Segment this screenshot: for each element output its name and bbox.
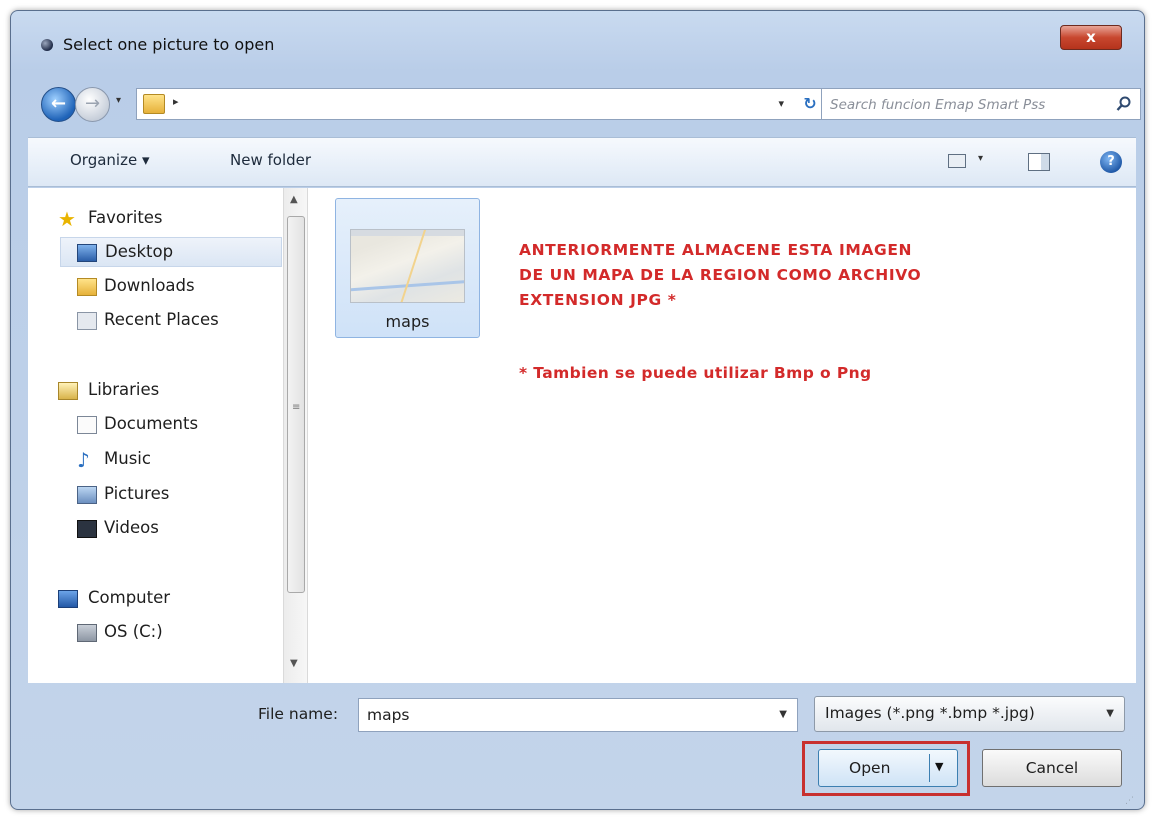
sidebar-group-label: Computer [88, 588, 171, 607]
scroll-down-icon[interactable]: ▼ [290, 658, 298, 669]
red-annotation: ANTERIORMENTE ALMACENE ESTA IMAGEN DE UN… [519, 238, 1079, 313]
sidebar-item-label: Desktop [105, 242, 174, 261]
chevron-down-icon[interactable]: ▼ [779, 709, 787, 720]
map-thumbnail [350, 229, 465, 303]
file-name-label: File name: [258, 705, 339, 723]
folder-icon [143, 94, 165, 114]
sidebar-item-label: Videos [104, 518, 159, 537]
recent-locations-chevron-icon[interactable]: ▾ [116, 95, 121, 106]
view-icon [948, 154, 966, 168]
open-button[interactable]: Open ▼ [818, 749, 958, 787]
annotation-line: ANTERIORMENTE ALMACENE ESTA IMAGEN [519, 241, 913, 259]
address-bar[interactable]: ▸ ▾ ↻ [136, 88, 829, 120]
sidebar-item-label: Recent Places [104, 310, 219, 329]
downloads-icon [77, 278, 97, 296]
sidebar-item-desktop[interactable]: Desktop [60, 237, 282, 267]
grip-icon: ≡ [292, 402, 301, 413]
document-icon [77, 416, 97, 434]
search-box[interactable] [821, 88, 1141, 120]
file-type-select[interactable]: Images (*.png *.bmp *.jpg) ▼ [814, 696, 1125, 732]
navigation-row: ← → ▾ ▸ ▾ ↻ [41, 83, 1146, 125]
dialog-footer: File name: maps ▼ Images (*.png *.bmp *.… [28, 683, 1136, 808]
annotation-line: EXTENSION JPG * [519, 291, 677, 309]
scroll-thumb[interactable]: ≡ [287, 216, 305, 593]
open-button-label: Open [849, 759, 891, 777]
command-bar: Organize ▾ New folder ▾ ? [28, 137, 1136, 187]
sidebar-item-label: Music [104, 449, 151, 468]
sidebar-group-label: Favorites [88, 208, 163, 227]
annotation-line: DE UN MAPA DE LA REGION COMO ARCHIVO [519, 266, 922, 284]
back-arrow-icon[interactable]: ← [41, 87, 76, 122]
sidebar-item-label: Pictures [104, 484, 170, 503]
music-note-icon: ♪ [77, 448, 90, 472]
sidebar-group-label: Libraries [88, 380, 160, 399]
pictures-icon [77, 486, 97, 504]
cancel-button[interactable]: Cancel [982, 749, 1122, 787]
navigation-pane: ★ Favorites Desktop Downloads Recent Pla… [28, 188, 283, 683]
address-dropdown-icon[interactable]: ▾ [778, 97, 784, 110]
chevron-down-icon: ▼ [1106, 708, 1114, 719]
change-view-button[interactable]: ▾ [948, 152, 996, 174]
computer-icon [58, 590, 78, 608]
file-name-field[interactable]: maps ▼ [358, 698, 798, 732]
annotation-note: * Tambien se puede utilizar Bmp o Png [519, 364, 872, 382]
new-folder-button[interactable]: New folder [230, 151, 311, 169]
close-button[interactable]: x [1060, 25, 1122, 50]
title-bar: Select one picture to open x [11, 11, 1144, 71]
file-name-value: maps [367, 706, 410, 724]
desktop-icon [77, 244, 97, 262]
sidebar-item-label: OS (C:) [104, 622, 163, 641]
videos-icon [77, 520, 97, 538]
file-type-value: Images (*.png *.bmp *.jpg) [825, 704, 1035, 722]
sidebar-item-label: Downloads [104, 276, 195, 295]
recent-places-icon [77, 312, 97, 330]
file-list: maps ANTERIORMENTE ALMACENE ESTA IMAGEN … [309, 188, 1136, 683]
help-icon[interactable]: ? [1100, 151, 1122, 173]
breadcrumb-chevron-icon[interactable]: ▸ [173, 95, 179, 108]
content-area: ★ Favorites Desktop Downloads Recent Pla… [28, 188, 1136, 683]
split-divider [929, 754, 930, 782]
refresh-icon[interactable]: ↻ [798, 93, 822, 115]
scroll-up-icon[interactable]: ▲ [290, 194, 298, 205]
search-icon[interactable] [1116, 96, 1132, 112]
resize-grip-icon[interactable]: ⋰ [1125, 796, 1134, 806]
star-icon: ★ [58, 207, 76, 231]
file-item-maps[interactable]: maps [335, 198, 480, 338]
open-file-dialog: Select one picture to open x ← → ▾ ▸ ▾ ↻… [10, 10, 1145, 810]
libraries-icon [58, 382, 78, 400]
search-input[interactable] [830, 93, 1105, 117]
preview-pane-icon[interactable] [1028, 153, 1050, 171]
file-name-label: maps [385, 312, 430, 331]
forward-arrow-icon[interactable]: → [75, 87, 110, 122]
drive-icon [77, 624, 97, 642]
organize-button[interactable]: Organize ▾ [70, 151, 150, 169]
navigation-scrollbar[interactable]: ▲ ≡ ▼ [283, 188, 308, 683]
sidebar-item-label: Documents [104, 414, 199, 433]
window-title: Select one picture to open [63, 35, 275, 54]
chevron-down-icon[interactable]: ▼ [935, 760, 943, 773]
app-icon [41, 39, 53, 51]
chevron-down-icon: ▾ [978, 153, 984, 164]
